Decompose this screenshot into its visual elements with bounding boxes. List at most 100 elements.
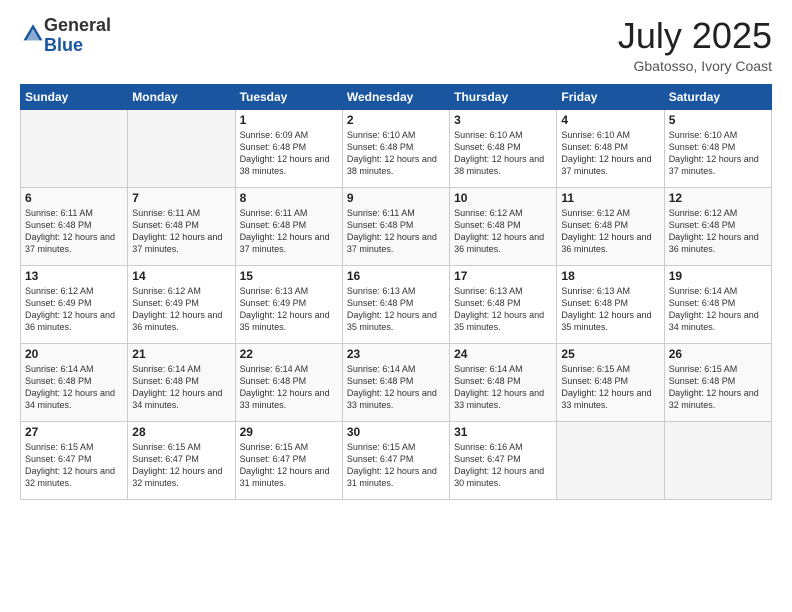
calendar-cell: 18 Sunrise: 6:13 AM Sunset: 6:48 PM Dayli… [557,265,664,343]
calendar-cell: 30 Sunrise: 6:15 AM Sunset: 6:47 PM Dayli… [342,421,449,499]
header-day-sunday: Sunday [21,84,128,109]
calendar-cell: 22 Sunrise: 6:14 AM Sunset: 6:48 PM Dayli… [235,343,342,421]
day-info: Sunrise: 6:15 AM Sunset: 6:47 PM Dayligh… [347,441,445,490]
header-day-friday: Friday [557,84,664,109]
calendar-cell: 6 Sunrise: 6:11 AM Sunset: 6:48 PM Daylig… [21,187,128,265]
logo-blue-text: Blue [44,35,83,55]
day-number: 13 [25,269,123,283]
day-number: 17 [454,269,552,283]
calendar-cell: 20 Sunrise: 6:14 AM Sunset: 6:48 PM Dayli… [21,343,128,421]
day-info: Sunrise: 6:13 AM Sunset: 6:49 PM Dayligh… [240,285,338,334]
calendar-cell: 3 Sunrise: 6:10 AM Sunset: 6:48 PM Daylig… [450,109,557,187]
calendar-cell: 4 Sunrise: 6:10 AM Sunset: 6:48 PM Daylig… [557,109,664,187]
header-day-thursday: Thursday [450,84,557,109]
day-info: Sunrise: 6:12 AM Sunset: 6:49 PM Dayligh… [25,285,123,334]
day-info: Sunrise: 6:12 AM Sunset: 6:48 PM Dayligh… [454,207,552,256]
day-number: 25 [561,347,659,361]
day-info: Sunrise: 6:12 AM Sunset: 6:48 PM Dayligh… [561,207,659,256]
header-day-wednesday: Wednesday [342,84,449,109]
week-row-1: 1 Sunrise: 6:09 AM Sunset: 6:48 PM Daylig… [21,109,772,187]
calendar-cell: 28 Sunrise: 6:15 AM Sunset: 6:47 PM Dayli… [128,421,235,499]
day-number: 30 [347,425,445,439]
day-info: Sunrise: 6:15 AM Sunset: 6:47 PM Dayligh… [240,441,338,490]
day-number: 6 [25,191,123,205]
day-info: Sunrise: 6:10 AM Sunset: 6:48 PM Dayligh… [561,129,659,178]
calendar-cell: 26Sunrise: 6:15 AM Sunset: 6:48 PM Dayli… [664,343,771,421]
day-number: 8 [240,191,338,205]
day-number: 26 [669,347,767,361]
page: General Blue July 2025 Gbatosso, Ivory C… [0,0,792,612]
day-number: 5 [669,113,767,127]
calendar-cell [557,421,664,499]
calendar-cell: 25 Sunrise: 6:15 AM Sunset: 6:48 PM Dayli… [557,343,664,421]
calendar-cell [128,109,235,187]
calendar-location: Gbatosso, Ivory Coast [618,58,772,74]
day-number: 27 [25,425,123,439]
day-info: Sunrise: 6:14 AM Sunset: 6:48 PM Dayligh… [240,363,338,412]
day-number: 12 [669,191,767,205]
calendar-cell: 11 Sunrise: 6:12 AM Sunset: 6:48 PM Dayli… [557,187,664,265]
day-number: 21 [132,347,230,361]
day-number: 1 [240,113,338,127]
day-number: 19 [669,269,767,283]
day-info: Sunrise: 6:13 AM Sunset: 6:48 PM Dayligh… [347,285,445,334]
calendar-cell: 27Sunrise: 6:15 AM Sunset: 6:47 PM Dayli… [21,421,128,499]
logo-general-text: General [44,15,111,35]
title-block: July 2025 Gbatosso, Ivory Coast [618,16,772,74]
day-number: 22 [240,347,338,361]
calendar-cell: 19Sunrise: 6:14 AM Sunset: 6:48 PM Dayli… [664,265,771,343]
day-number: 20 [25,347,123,361]
day-number: 2 [347,113,445,127]
day-number: 4 [561,113,659,127]
calendar-cell: 15Sunrise: 6:13 AM Sunset: 6:49 PM Dayli… [235,265,342,343]
day-info: Sunrise: 6:11 AM Sunset: 6:48 PM Dayligh… [347,207,445,256]
day-number: 3 [454,113,552,127]
day-info: Sunrise: 6:11 AM Sunset: 6:48 PM Dayligh… [132,207,230,256]
day-number: 14 [132,269,230,283]
day-number: 9 [347,191,445,205]
day-info: Sunrise: 6:12 AM Sunset: 6:49 PM Dayligh… [132,285,230,334]
day-number: 18 [561,269,659,283]
calendar-table: SundayMondayTuesdayWednesdayThursdayFrid… [20,84,772,500]
day-info: Sunrise: 6:14 AM Sunset: 6:48 PM Dayligh… [25,363,123,412]
day-number: 31 [454,425,552,439]
header-day-monday: Monday [128,84,235,109]
calendar-cell: 23 Sunrise: 6:14 AM Sunset: 6:48 PM Dayli… [342,343,449,421]
calendar-cell: 5Sunrise: 6:10 AM Sunset: 6:48 PM Daylig… [664,109,771,187]
day-info: Sunrise: 6:13 AM Sunset: 6:48 PM Dayligh… [454,285,552,334]
day-number: 28 [132,425,230,439]
week-row-2: 6 Sunrise: 6:11 AM Sunset: 6:48 PM Daylig… [21,187,772,265]
calendar-cell: 29 Sunrise: 6:15 AM Sunset: 6:47 PM Dayli… [235,421,342,499]
calendar-cell: 17 Sunrise: 6:13 AM Sunset: 6:48 PM Dayli… [450,265,557,343]
day-info: Sunrise: 6:11 AM Sunset: 6:48 PM Dayligh… [240,207,338,256]
header-day-tuesday: Tuesday [235,84,342,109]
calendar-cell: 7 Sunrise: 6:11 AM Sunset: 6:48 PM Daylig… [128,187,235,265]
day-number: 11 [561,191,659,205]
day-info: Sunrise: 6:09 AM Sunset: 6:48 PM Dayligh… [240,129,338,178]
calendar-cell: 21 Sunrise: 6:14 AM Sunset: 6:48 PM Dayli… [128,343,235,421]
day-info: Sunrise: 6:12 AM Sunset: 6:48 PM Dayligh… [669,207,767,256]
day-info: Sunrise: 6:14 AM Sunset: 6:48 PM Dayligh… [454,363,552,412]
day-info: Sunrise: 6:14 AM Sunset: 6:48 PM Dayligh… [132,363,230,412]
day-number: 16 [347,269,445,283]
day-info: Sunrise: 6:14 AM Sunset: 6:48 PM Dayligh… [347,363,445,412]
calendar-cell [664,421,771,499]
day-info: Sunrise: 6:13 AM Sunset: 6:48 PM Dayligh… [561,285,659,334]
logo-icon [22,22,44,44]
calendar-cell: 10Sunrise: 6:12 AM Sunset: 6:48 PM Dayli… [450,187,557,265]
day-info: Sunrise: 6:10 AM Sunset: 6:48 PM Dayligh… [454,129,552,178]
calendar-cell: 24Sunrise: 6:14 AM Sunset: 6:48 PM Dayli… [450,343,557,421]
day-info: Sunrise: 6:11 AM Sunset: 6:48 PM Dayligh… [25,207,123,256]
day-info: Sunrise: 6:15 AM Sunset: 6:47 PM Dayligh… [132,441,230,490]
week-row-3: 13 Sunrise: 6:12 AM Sunset: 6:49 PM Dayli… [21,265,772,343]
calendar-cell: 1 Sunrise: 6:09 AM Sunset: 6:48 PM Daylig… [235,109,342,187]
calendar-cell: 12 Sunrise: 6:12 AM Sunset: 6:48 PM Dayli… [664,187,771,265]
header: General Blue July 2025 Gbatosso, Ivory C… [20,16,772,74]
day-info: Sunrise: 6:15 AM Sunset: 6:48 PM Dayligh… [561,363,659,412]
calendar-cell: 9 Sunrise: 6:11 AM Sunset: 6:48 PM Daylig… [342,187,449,265]
calendar-cell: 2Sunrise: 6:10 AM Sunset: 6:48 PM Daylig… [342,109,449,187]
day-number: 7 [132,191,230,205]
logo: General Blue [20,16,111,56]
day-number: 23 [347,347,445,361]
day-number: 29 [240,425,338,439]
